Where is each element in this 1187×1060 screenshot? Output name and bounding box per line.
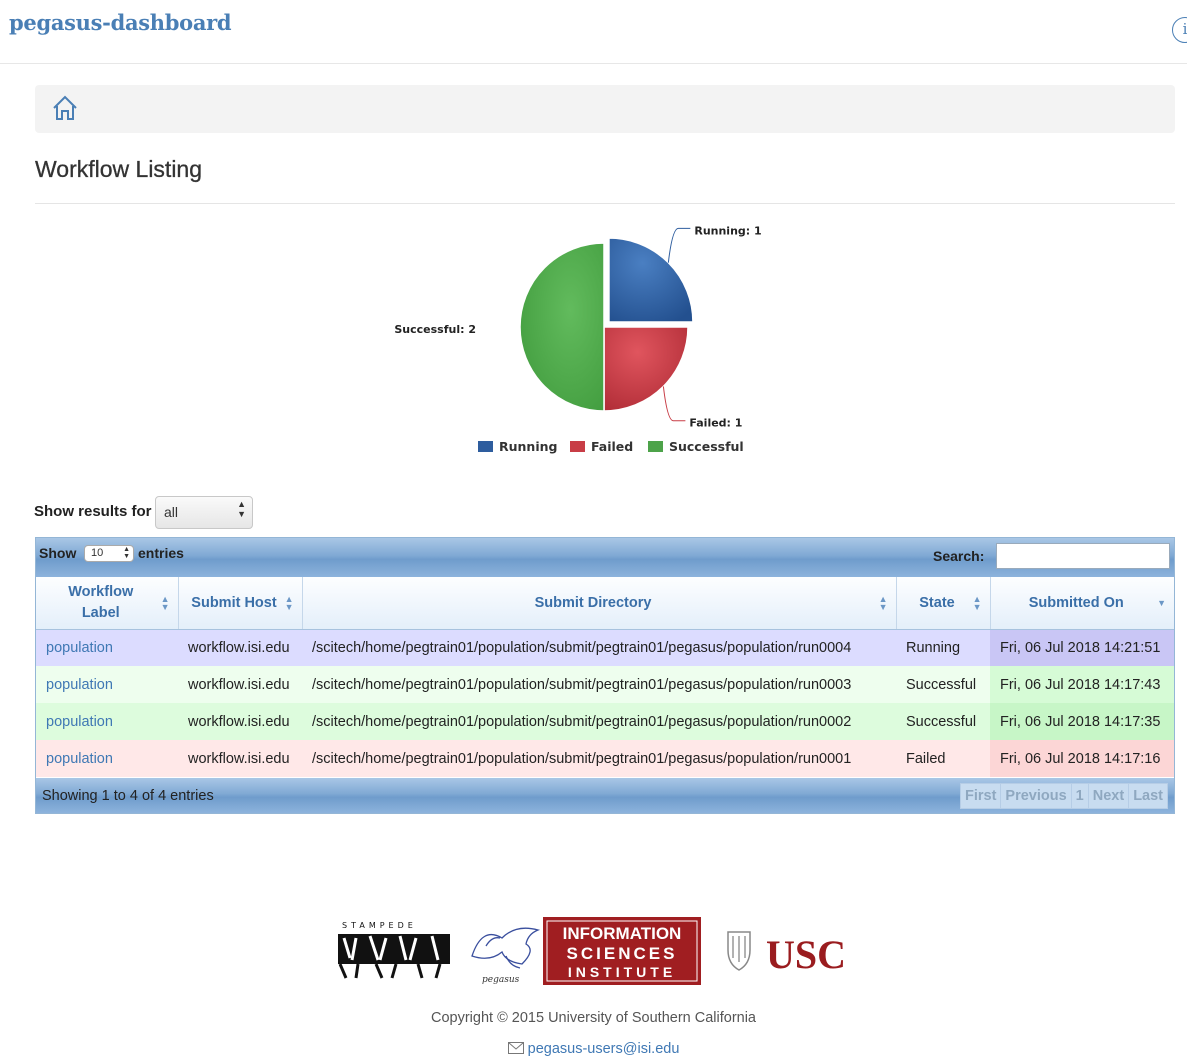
stampede-logo[interactable]: STAMPEDE bbox=[338, 921, 450, 979]
contact-link[interactable]: pegasus-users@isi.edu bbox=[0, 1041, 1187, 1057]
results-filter-select[interactable]: all ▲ ▼ bbox=[155, 496, 253, 529]
workflow-list: Workflow Label ▲ ▼ Submit Host ▲ ▼ Submit Di… bbox=[36, 577, 1174, 777]
column-header-label: Submitted On bbox=[1028, 594, 1124, 611]
column-header-label: Workflow Label bbox=[68, 583, 134, 621]
navbar: pegasus-dashboard i bbox=[0, 0, 1187, 64]
sort-icon: ▲ ▼ bbox=[972, 594, 982, 612]
state-cell: Successful bbox=[896, 703, 990, 740]
state-cell: Successful bbox=[896, 666, 990, 703]
table-row[interactable]: population workflow.isi.edu /scitech/hom… bbox=[36, 703, 1174, 740]
isi-logo[interactable]: INFORMATION SCIENCES INSTITUTE bbox=[543, 917, 701, 985]
submit-directory-cell: /scitech/home/pegtrain01/population/subm… bbox=[302, 629, 896, 666]
column-header-label: Submit Host bbox=[191, 594, 277, 611]
column-header-workflow-label[interactable]: Workflow Label ▲ ▼ bbox=[36, 577, 179, 630]
sort-desc-icon: ▼ bbox=[1157, 598, 1166, 608]
footer-logos: STAMPEDE pegasus INFORMATION SCIENCES IN… bbox=[336, 916, 856, 988]
legend-label-failed[interactable]: Failed bbox=[591, 439, 633, 454]
legend-swatch-failed[interactable] bbox=[570, 441, 585, 452]
workflow-table: Show 10 ▲ ▼ entries Search: Workflow Labe… bbox=[35, 537, 1175, 814]
legend-swatch-successful[interactable] bbox=[648, 441, 663, 452]
header-row: Workflow Label ▲ ▼ Submit Host ▲ ▼ Submit Di… bbox=[36, 577, 1174, 630]
pagination: First Previous 1 Next Last bbox=[960, 783, 1169, 809]
submit-host-cell: workflow.isi.edu bbox=[178, 740, 302, 777]
label-connector-running bbox=[667, 227, 691, 263]
table-row[interactable]: population workflow.isi.edu /scitech/hom… bbox=[36, 740, 1174, 777]
submit-host-cell: workflow.isi.edu bbox=[178, 666, 302, 703]
entries-label: entries bbox=[138, 545, 184, 561]
state-cell: Failed bbox=[896, 740, 990, 777]
submitted-on-cell: Fri, 06 Jul 2018 14:21:51 bbox=[990, 629, 1174, 666]
svg-text:INSTITUTE: INSTITUTE bbox=[568, 964, 676, 980]
workflow-label-link[interactable]: population bbox=[36, 703, 178, 740]
results-filter-label: Show results for bbox=[34, 503, 152, 520]
first-page-button[interactable]: First bbox=[960, 783, 1002, 809]
previous-page-button[interactable]: Previous bbox=[1000, 783, 1072, 809]
show-label: Show bbox=[39, 545, 77, 561]
column-header-submitted-on[interactable]: Submitted On ▼ bbox=[990, 577, 1174, 630]
brand-link[interactable]: pegasus-dashboard bbox=[9, 10, 232, 35]
pie-data-label-failed: Failed: 1 bbox=[689, 417, 742, 430]
column-header-label: State bbox=[919, 594, 955, 611]
submitted-on-cell: Fri, 06 Jul 2018 14:17:35 bbox=[990, 703, 1174, 740]
info-icon[interactable]: i bbox=[1172, 17, 1187, 43]
search-input[interactable] bbox=[996, 543, 1170, 569]
workflow-label-link[interactable]: population bbox=[36, 666, 178, 703]
svg-text:STAMPEDE: STAMPEDE bbox=[342, 921, 417, 930]
svg-text:pegasus: pegasus bbox=[482, 975, 520, 985]
search-label: Search: bbox=[933, 548, 985, 564]
page-title: Workflow Listing bbox=[35, 156, 203, 182]
pie-slice-successful[interactable] bbox=[519, 242, 605, 412]
pie-data-label-running: Running: 1 bbox=[694, 224, 761, 237]
sort-icon: ▲ ▼ bbox=[160, 594, 170, 612]
table-row[interactable]: population workflow.isi.edu /scitech/hom… bbox=[36, 666, 1174, 703]
legend-swatch-running[interactable] bbox=[478, 441, 493, 452]
select-arrows-icon: ▲ ▼ bbox=[237, 499, 246, 519]
table-info: Showing 1 to 4 of 4 entries bbox=[42, 788, 214, 804]
usc-logo[interactable]: USC bbox=[727, 931, 846, 977]
pie-slice-running[interactable] bbox=[608, 237, 694, 323]
select-arrows-icon: ▲ ▼ bbox=[123, 546, 130, 560]
submit-host-cell: workflow.isi.edu bbox=[178, 703, 302, 740]
legend-label-running[interactable]: Running bbox=[499, 439, 557, 454]
column-header-state[interactable]: State ▲ ▼ bbox=[896, 577, 991, 630]
submit-directory-cell: /scitech/home/pegtrain01/population/subm… bbox=[302, 703, 896, 740]
svg-text:SCIENCES: SCIENCES bbox=[567, 944, 678, 963]
pie-data-label-successful: Successful: 2 bbox=[394, 323, 476, 336]
svg-text:INFORMATION: INFORMATION bbox=[563, 924, 682, 943]
pie-slice-failed[interactable] bbox=[603, 326, 689, 412]
table-row[interactable]: population workflow.isi.edu /scitech/hom… bbox=[36, 629, 1174, 666]
table-footer: Showing 1 to 4 of 4 entries First Previo… bbox=[36, 778, 1174, 813]
title-divider bbox=[35, 203, 1175, 204]
page-length-value: 10 bbox=[91, 547, 104, 559]
submit-host-cell: workflow.isi.edu bbox=[178, 629, 302, 666]
results-filter-value: all bbox=[164, 504, 179, 520]
last-page-button[interactable]: Last bbox=[1128, 783, 1169, 809]
label-connector-failed bbox=[662, 386, 686, 422]
submit-directory-cell: /scitech/home/pegtrain01/population/subm… bbox=[302, 666, 896, 703]
workflow-state-chart: Running: 1 Failed: 1 Successful: 2 Running… bbox=[330, 220, 850, 480]
next-page-button[interactable]: Next bbox=[1087, 783, 1130, 809]
submitted-on-cell: Fri, 06 Jul 2018 14:17:16 bbox=[990, 740, 1174, 777]
column-header-label: Submit Directory bbox=[534, 594, 652, 611]
home-icon[interactable] bbox=[52, 95, 78, 126]
page-length-select[interactable]: 10 ▲ ▼ bbox=[84, 545, 134, 562]
breadcrumb bbox=[35, 85, 1175, 133]
legend-label-successful[interactable]: Successful bbox=[669, 439, 744, 454]
sort-icon: ▲ ▼ bbox=[878, 594, 888, 612]
envelope-icon bbox=[507, 1041, 528, 1057]
column-header-submit-directory[interactable]: Submit Directory ▲ ▼ bbox=[302, 577, 897, 630]
copyright-text: Copyright © 2015 University of Southern … bbox=[430, 1010, 756, 1026]
workflow-label-link[interactable]: population bbox=[36, 629, 178, 666]
pegasus-logo[interactable]: pegasus bbox=[471, 927, 541, 985]
workflow-label-link[interactable]: population bbox=[36, 740, 178, 777]
svg-text:USC: USC bbox=[766, 932, 846, 977]
page-1-button[interactable]: 1 bbox=[1070, 783, 1089, 809]
table-toolbar: Show 10 ▲ ▼ entries Search: bbox=[36, 538, 1174, 577]
submitted-on-cell: Fri, 06 Jul 2018 14:17:43 bbox=[990, 666, 1174, 703]
contact-email-link[interactable]: pegasus-users@isi.edu bbox=[528, 1041, 680, 1057]
column-header-submit-host[interactable]: Submit Host ▲ ▼ bbox=[178, 577, 303, 630]
sort-icon: ▲ ▼ bbox=[284, 594, 294, 612]
state-cell: Running bbox=[896, 629, 990, 666]
submit-directory-cell: /scitech/home/pegtrain01/population/subm… bbox=[302, 740, 896, 777]
